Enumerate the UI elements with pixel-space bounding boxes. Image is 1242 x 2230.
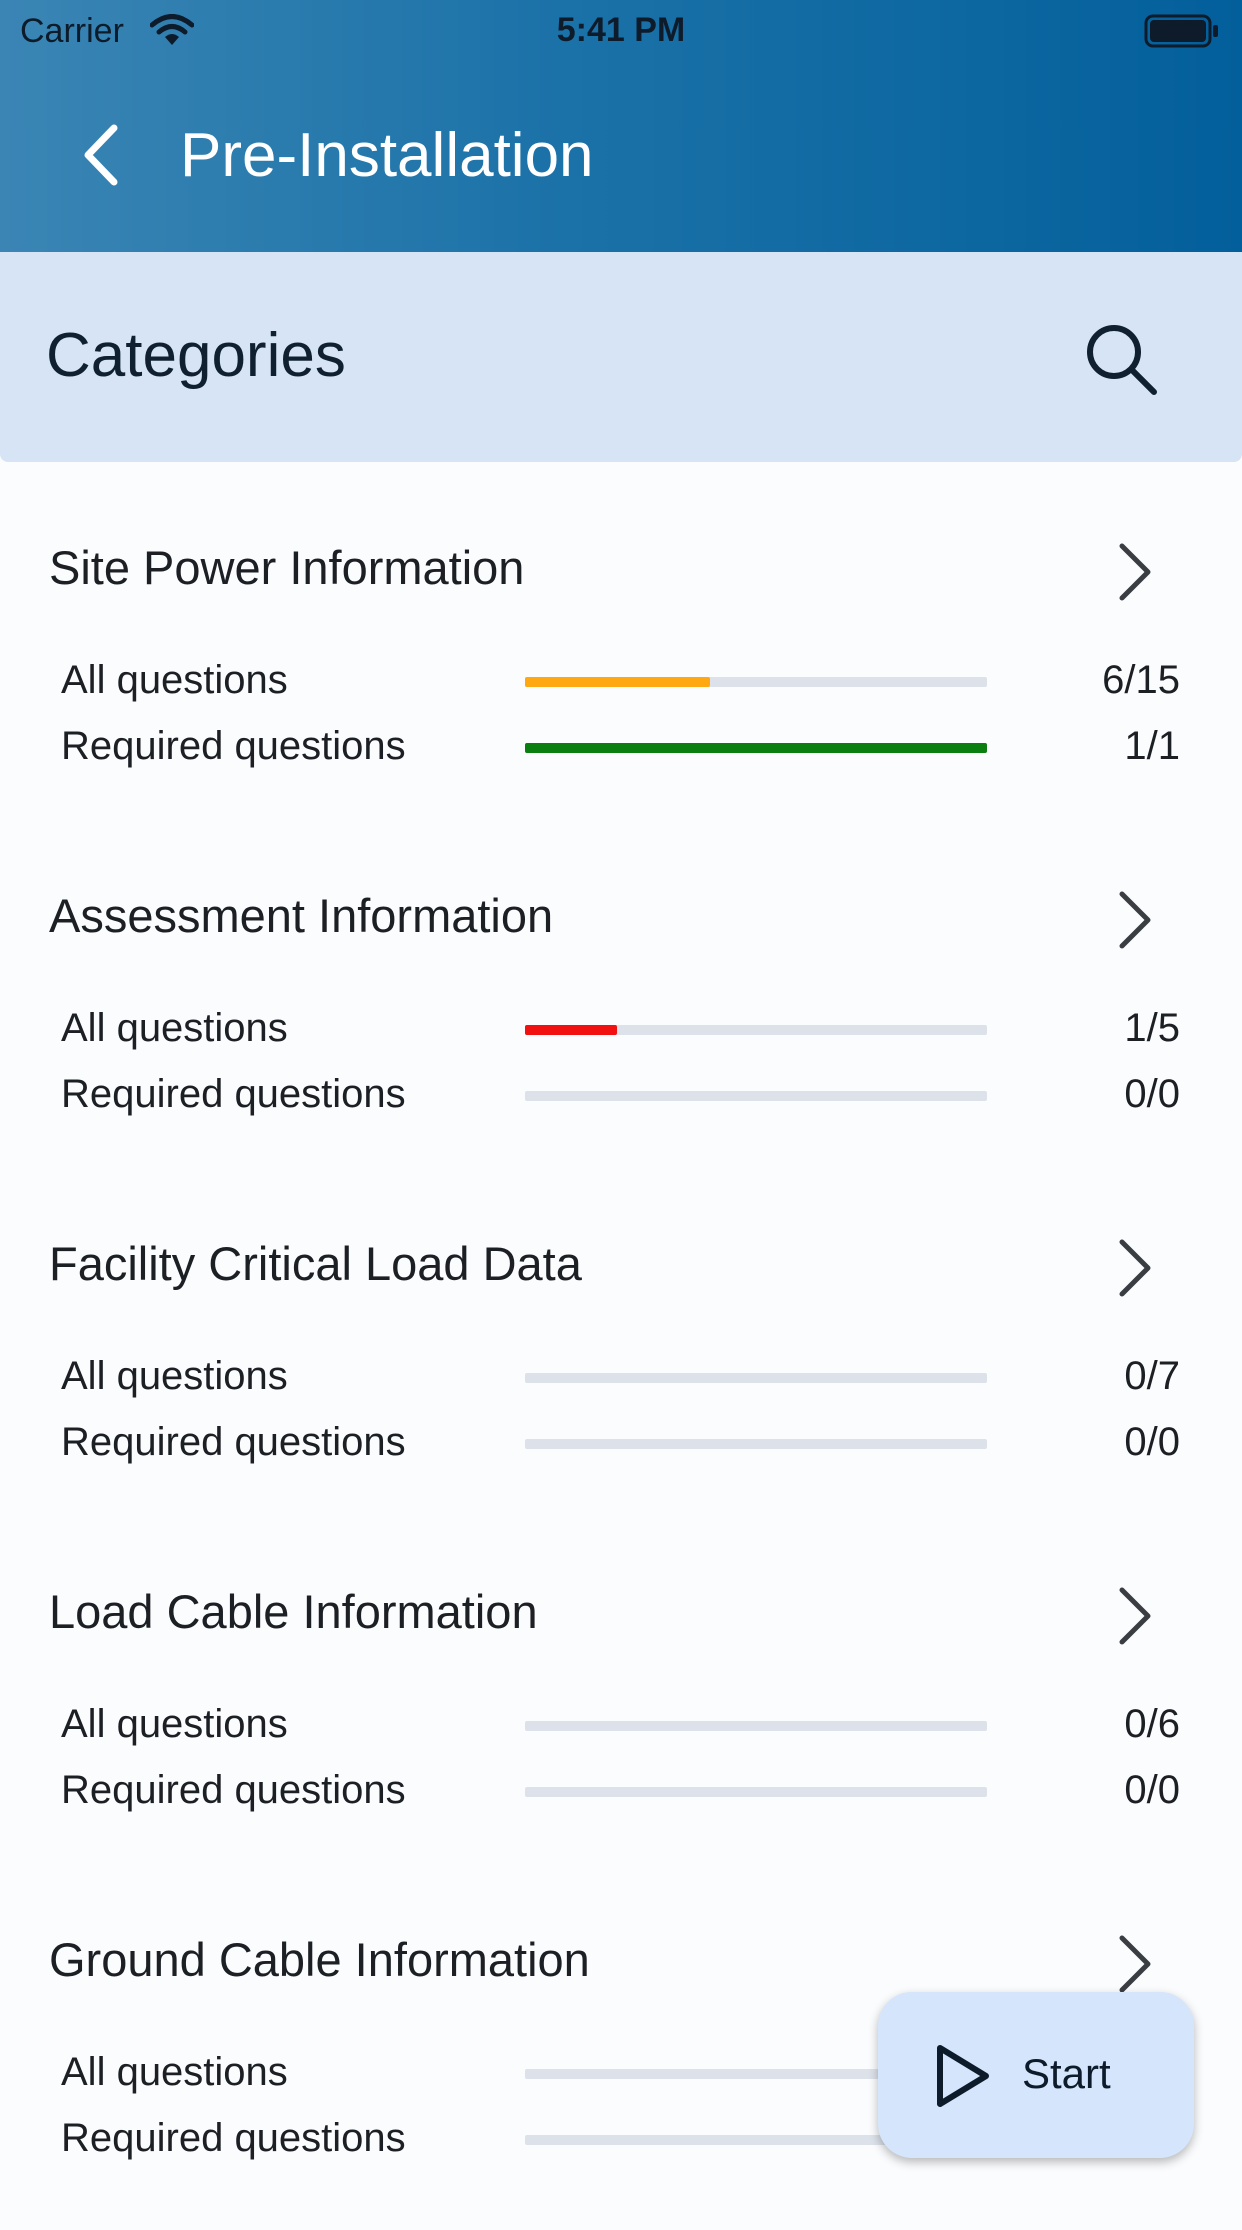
required-questions-label: Required questions bbox=[61, 1420, 406, 1464]
category-facility-critical-load[interactable]: Facility Critical Load Data All question… bbox=[0, 1186, 1242, 1534]
required-questions-count: 0/0 bbox=[1124, 1768, 1180, 1812]
category-load-cable[interactable]: Load Cable Information All questions 0/6… bbox=[0, 1534, 1242, 1882]
status-time: 5:41 PM bbox=[556, 11, 686, 49]
all-questions-label: All questions bbox=[61, 658, 288, 702]
chevron-right-icon[interactable] bbox=[1114, 1236, 1158, 1300]
all-questions-label: All questions bbox=[61, 1006, 288, 1050]
progress-fill bbox=[525, 677, 710, 687]
all-questions-progress bbox=[525, 1373, 987, 1383]
start-label: Start bbox=[1022, 2050, 1111, 2097]
required-questions-label: Required questions bbox=[61, 2116, 406, 2160]
required-questions-progress bbox=[525, 1439, 987, 1449]
category-title: Load Cable Information bbox=[49, 1585, 538, 1638]
required-questions-count: 0/0 bbox=[1124, 1072, 1180, 1116]
category-assessment[interactable]: Assessment Information All questions 1/5… bbox=[0, 838, 1242, 1186]
required-questions-progress bbox=[525, 1091, 987, 1101]
required-questions-progress bbox=[525, 1787, 987, 1797]
search-icon[interactable] bbox=[1080, 318, 1160, 398]
chevron-left-icon[interactable] bbox=[78, 120, 128, 190]
all-questions-count: 6/15 bbox=[1102, 658, 1180, 702]
progress-fill bbox=[525, 1025, 618, 1035]
required-questions-label: Required questions bbox=[61, 724, 406, 768]
page-title: Pre-Installation bbox=[180, 121, 594, 190]
all-questions-label: All questions bbox=[61, 1354, 288, 1398]
chevron-right-icon[interactable] bbox=[1114, 1932, 1158, 1996]
progress-fill bbox=[525, 743, 987, 753]
all-questions-progress bbox=[525, 1025, 987, 1035]
category-site-power[interactable]: Site Power Information All questions 6/1… bbox=[0, 490, 1242, 838]
all-questions-progress bbox=[525, 1721, 987, 1731]
all-questions-label: All questions bbox=[61, 2050, 288, 2094]
categories-header: Categories bbox=[0, 252, 1242, 462]
category-title: Assessment Information bbox=[49, 889, 554, 942]
category-title: Ground Cable Information bbox=[49, 1933, 590, 1986]
all-questions-label: All questions bbox=[61, 1702, 288, 1746]
required-questions-progress bbox=[525, 743, 987, 753]
categories-title: Categories bbox=[46, 321, 346, 390]
start-button[interactable]: Start bbox=[878, 1992, 1194, 2158]
all-questions-count: 0/7 bbox=[1124, 1354, 1180, 1398]
chevron-right-icon[interactable] bbox=[1114, 540, 1158, 604]
all-questions-count: 1/5 bbox=[1124, 1006, 1180, 1050]
chevron-right-icon[interactable] bbox=[1114, 1584, 1158, 1648]
required-questions-label: Required questions bbox=[61, 1768, 406, 1812]
status-bar: Carrier 5:41 PM bbox=[0, 0, 1242, 60]
required-questions-count: 1/1 bbox=[1124, 724, 1180, 768]
category-title: Facility Critical Load Data bbox=[49, 1237, 582, 1290]
required-questions-count: 0/0 bbox=[1124, 1420, 1180, 1464]
battery-icon bbox=[1144, 14, 1218, 48]
required-questions-label: Required questions bbox=[61, 1072, 406, 1116]
all-questions-progress bbox=[525, 677, 987, 687]
chevron-right-icon[interactable] bbox=[1114, 888, 1158, 952]
play-icon bbox=[937, 2045, 989, 2107]
all-questions-count: 0/6 bbox=[1124, 1702, 1180, 1746]
category-title: Site Power Information bbox=[49, 541, 525, 594]
